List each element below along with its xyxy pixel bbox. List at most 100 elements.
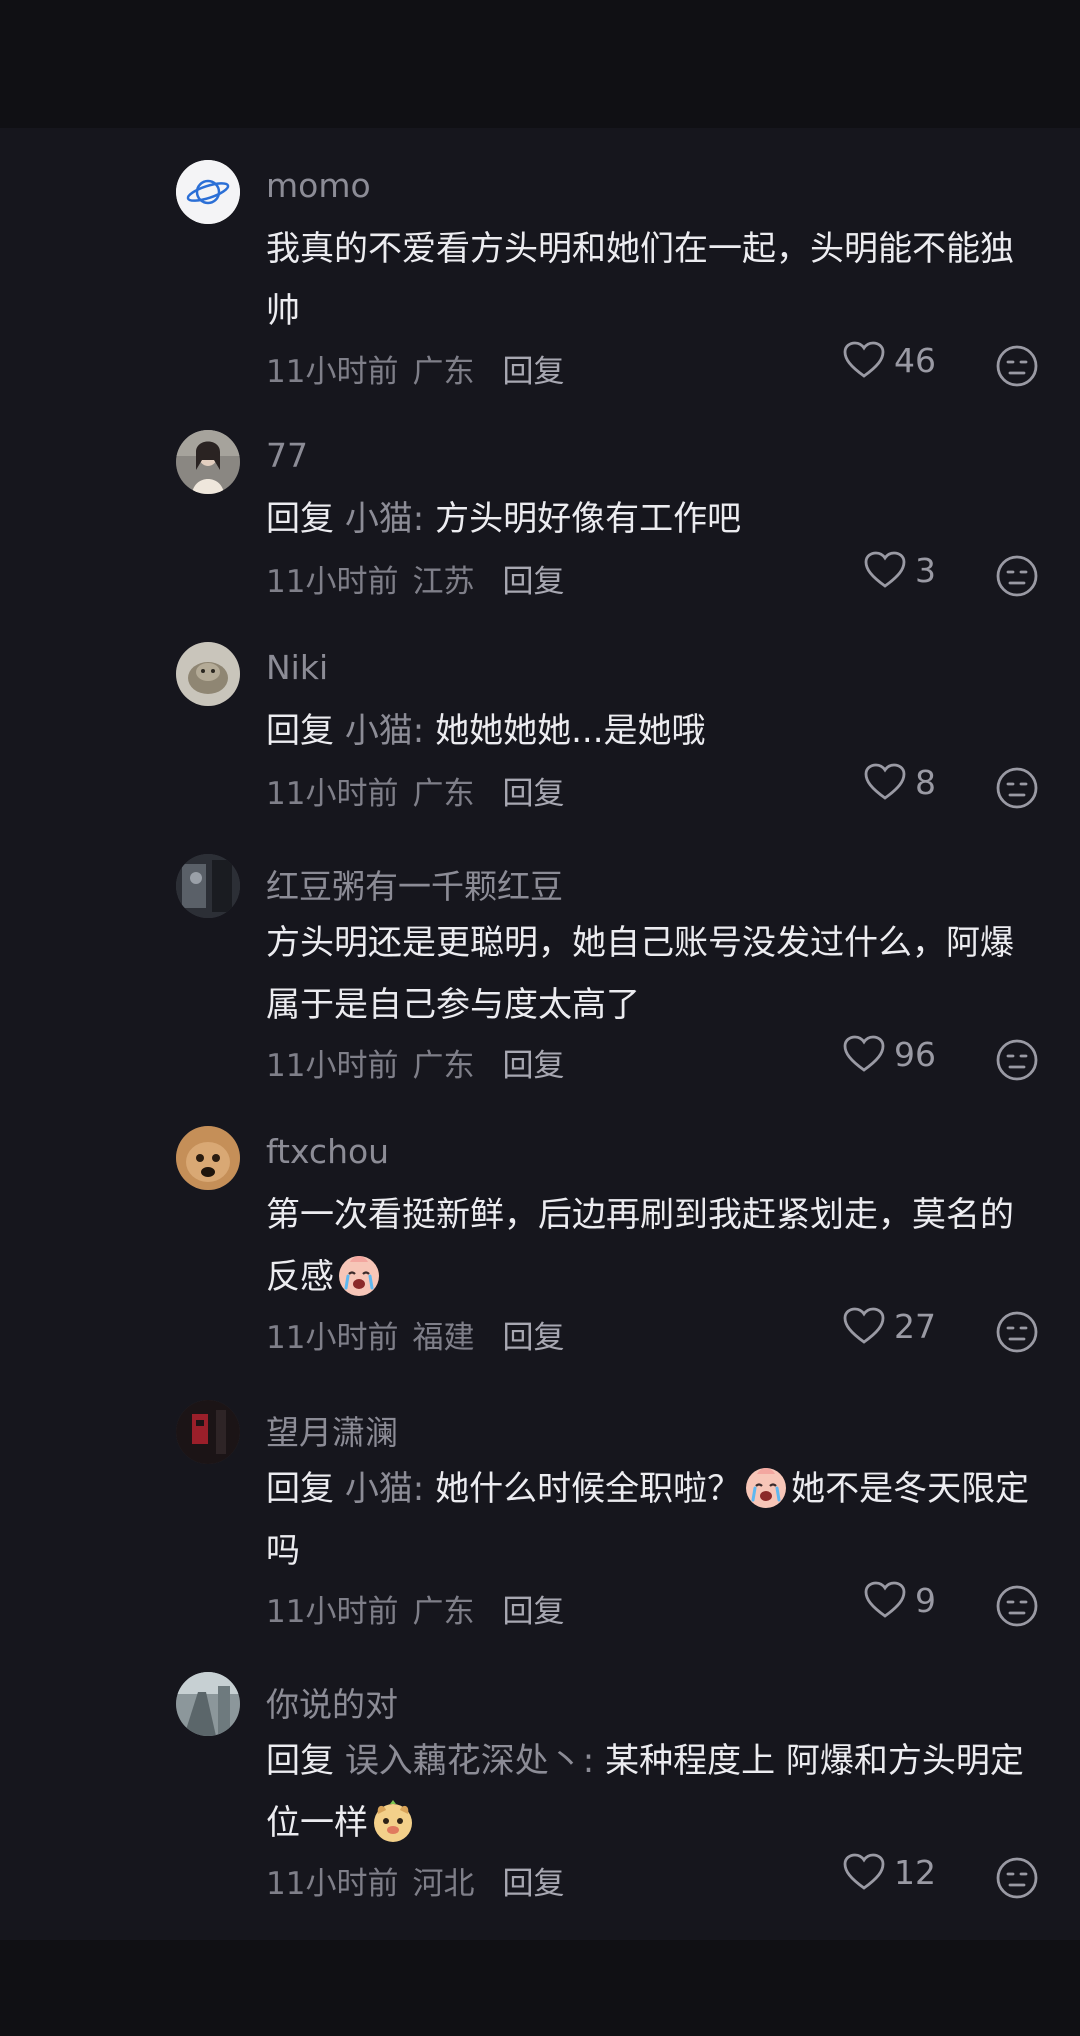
crying-emoji-icon bbox=[746, 1468, 787, 1508]
comment-region: 广东 bbox=[412, 1594, 475, 1630]
comment-region: 江苏 bbox=[412, 564, 475, 600]
username[interactable]: ftxchou bbox=[266, 1132, 389, 1171]
reply-target[interactable]: 小猫: bbox=[345, 499, 424, 539]
username[interactable]: 你说的对 bbox=[266, 1678, 398, 1726]
comment-item: momo 我真的不爱看方头明和她们在一起，头明能不能独帅 11小时前 广东 回复 4… bbox=[0, 160, 1080, 410]
reply-button[interactable]: 回复 bbox=[502, 1048, 564, 1084]
username[interactable]: 望月潇澜 bbox=[266, 1406, 398, 1454]
comment-item: 你说的对 回复 误入藕花深处丶: 某种程度上 阿爆和方头明定位一样 11小时前河… bbox=[0, 1672, 1080, 1922]
dislike-face-icon[interactable] bbox=[995, 554, 1039, 598]
like-button[interactable]: 3 bbox=[863, 550, 936, 590]
reply-target[interactable]: 小猫: bbox=[345, 711, 424, 751]
reply-target[interactable]: 误入藕花深处丶: bbox=[345, 1741, 594, 1781]
heart-icon bbox=[864, 551, 906, 588]
dislike-face-icon[interactable] bbox=[995, 1584, 1039, 1628]
comment-region: 福建 bbox=[412, 1320, 475, 1356]
dislike-face-icon[interactable] bbox=[995, 1310, 1039, 1354]
comment-item: 77 回复 小猫: 方头明好像有工作吧 11小时前 江苏 回复 3 bbox=[0, 430, 1080, 620]
heart-icon bbox=[843, 1035, 885, 1072]
bottom-band bbox=[0, 1940, 1080, 2036]
username[interactable]: Niki bbox=[266, 648, 328, 687]
reply-prefix: 回复 bbox=[266, 499, 334, 539]
like-button[interactable]: 8 bbox=[863, 762, 936, 802]
reply-button[interactable]: 回复 bbox=[502, 1866, 564, 1902]
username[interactable]: 红豆粥有一千颗红豆 bbox=[266, 860, 563, 908]
like-button[interactable]: 96 bbox=[842, 1034, 936, 1074]
comment-meta: 11小时前 广东 回复 bbox=[266, 1040, 578, 1085]
comment-body: 她什么时候全职啦？ bbox=[435, 1469, 742, 1509]
heart-icon bbox=[864, 1581, 906, 1618]
comment-meta: 11小时前 广东 回复 bbox=[266, 1586, 578, 1631]
like-button[interactable]: 12 bbox=[842, 1852, 936, 1892]
dislike-face-icon[interactable] bbox=[995, 1038, 1039, 1082]
like-button[interactable]: 27 bbox=[842, 1306, 936, 1346]
comment-text: 回复 小猫: 她她她她...是她哦 bbox=[266, 700, 1046, 762]
girl-photo bbox=[176, 430, 240, 494]
reply-prefix: 回复 bbox=[266, 1469, 334, 1509]
top-band bbox=[0, 0, 1080, 128]
like-count: 12 bbox=[894, 1852, 936, 1892]
like-count: 9 bbox=[915, 1580, 936, 1620]
comment-item: 红豆粥有一千颗红豆 方头明还是更聪明，她自己账号没发过什么，阿爆属于是自己参与度… bbox=[0, 854, 1080, 1104]
avatar[interactable] bbox=[176, 1126, 240, 1190]
comment-time: 11小时前 bbox=[266, 354, 399, 390]
comment-region: 广东 bbox=[412, 354, 475, 390]
comment-time: 11小时前 bbox=[266, 1320, 399, 1356]
like-count: 8 bbox=[915, 762, 936, 802]
planet-icon bbox=[176, 160, 240, 224]
reply-button[interactable]: 回复 bbox=[502, 564, 564, 600]
comment-meta: 11小时前 广东 回复 bbox=[266, 768, 578, 813]
like-count: 96 bbox=[894, 1034, 936, 1074]
heart-icon bbox=[843, 1307, 885, 1344]
comment-time: 11小时前 bbox=[266, 776, 399, 812]
reply-prefix: 回复 bbox=[266, 711, 334, 751]
dislike-face-icon[interactable] bbox=[995, 1856, 1039, 1900]
comment-text: 回复 误入藕花深处丶: 某种程度上 阿爆和方头明定位一样 bbox=[266, 1730, 1046, 1854]
username[interactable]: momo bbox=[266, 166, 371, 205]
reply-button[interactable]: 回复 bbox=[502, 354, 564, 390]
like-button[interactable]: 46 bbox=[842, 340, 936, 380]
avatar[interactable] bbox=[176, 160, 240, 224]
reply-button[interactable]: 回复 bbox=[502, 1320, 564, 1356]
puppy-emoji-icon bbox=[374, 1800, 412, 1842]
comment-item: ftxchou 第一次看挺新鲜，后边再刷到我赶紧划走，莫名的反感 11小时前 福建… bbox=[0, 1126, 1080, 1376]
comment-text: 回复 小猫: 方头明好像有工作吧 bbox=[266, 488, 1046, 550]
comment-text: 方头明还是更聪明，她自己账号没发过什么，阿爆属于是自己参与度太高了 bbox=[266, 912, 1046, 1036]
comment-time: 11小时前 bbox=[266, 1048, 399, 1084]
dislike-face-icon[interactable] bbox=[995, 766, 1039, 810]
reply-target[interactable]: 小猫: bbox=[345, 1469, 424, 1509]
crying-emoji-icon bbox=[339, 1256, 379, 1296]
comment-time: 11小时前 bbox=[266, 1594, 399, 1630]
street-photo bbox=[176, 1672, 240, 1736]
avatar[interactable] bbox=[176, 1672, 240, 1736]
dislike-face-icon[interactable] bbox=[995, 344, 1039, 388]
comment-meta: 11小时前 福建 回复 bbox=[266, 1312, 578, 1357]
comment-panel: momo 我真的不爱看方头明和她们在一起，头明能不能独帅 11小时前 广东 回复 4… bbox=[0, 128, 1080, 1940]
comment-region: 广东 bbox=[412, 1048, 475, 1084]
heart-icon bbox=[864, 763, 906, 800]
like-count: 46 bbox=[894, 340, 936, 380]
comment-time: 11小时前 bbox=[266, 1866, 399, 1902]
username[interactable]: 77 bbox=[266, 436, 308, 475]
comment-meta: 11小时前 江苏 回复 bbox=[266, 556, 578, 601]
heart-icon bbox=[843, 1853, 885, 1890]
reply-button[interactable]: 回复 bbox=[502, 1594, 564, 1630]
avatar[interactable] bbox=[176, 430, 240, 494]
like-count: 3 bbox=[915, 550, 936, 590]
comment-body: 我真的不爱看方头明和她们在一起，头明能不能独帅 bbox=[266, 229, 1014, 331]
comment-body: 方头明好像有工作吧 bbox=[435, 499, 742, 539]
cat-face-photo bbox=[176, 1126, 240, 1190]
comment-time: 11小时前 bbox=[266, 564, 399, 600]
comment-body: 方头明还是更聪明，她自己账号没发过什么，阿爆属于是自己参与度太高了 bbox=[266, 923, 1014, 1025]
reply-button[interactable]: 回复 bbox=[502, 776, 564, 812]
dark-photo bbox=[176, 854, 240, 918]
comment-meta: 11小时前 广东 回复 bbox=[266, 346, 578, 391]
avatar[interactable] bbox=[176, 642, 240, 706]
like-button[interactable]: 9 bbox=[863, 1580, 936, 1620]
comment-text: 我真的不爱看方头明和她们在一起，头明能不能独帅 bbox=[266, 218, 1046, 342]
comment-body: 她她她她...是她哦 bbox=[435, 711, 706, 751]
comment-region: 广东 bbox=[412, 776, 475, 812]
avatar[interactable] bbox=[176, 854, 240, 918]
avatar[interactable] bbox=[176, 1400, 240, 1464]
comment-item: 望月潇澜 回复 小猫: 她什么时候全职啦？ 她不是冬天限定吗 11小时前 广东 回复 … bbox=[0, 1400, 1080, 1650]
